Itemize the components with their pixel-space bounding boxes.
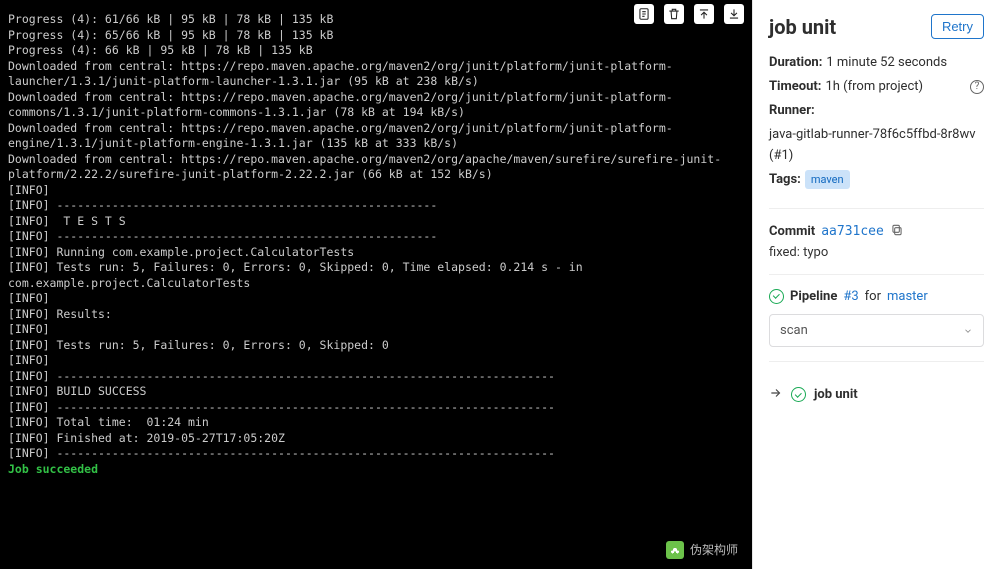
tags-label: Tags:: [769, 170, 801, 190]
pipeline-label: Pipeline: [790, 289, 837, 304]
terminal-toolbar: [634, 4, 744, 24]
terminal-line: com.example.project.CalculatorTests: [8, 276, 744, 292]
terminal-line: Downloaded from central: https://repo.ma…: [8, 121, 744, 137]
job-meta: Duration: 1 minute 52 seconds Timeout: 1…: [769, 53, 984, 194]
runner-label: Runner:: [769, 101, 815, 121]
terminal-line: [INFO] Tests run: 5, Failures: 0, Errors…: [8, 260, 744, 276]
job-name-label: job unit: [814, 387, 858, 402]
terminal-line: [INFO]: [8, 183, 744, 199]
watermark: 伪架构师: [666, 541, 738, 559]
terminal-line: [INFO]: [8, 322, 744, 338]
terminal-line: launcher/1.3.1/junit-platform-launcher-1…: [8, 74, 744, 90]
terminal-pane: Progress (4): 61/66 kB | 95 kB | 78 kB |…: [0, 0, 752, 569]
terminal-line: Progress (4): 66 kB | 95 kB | 78 kB | 13…: [8, 43, 744, 59]
terminal-line: [INFO] Total time: 01:24 min: [8, 415, 744, 431]
terminal-line: [INFO] Finished at: 2019-05-27T17:05:20Z: [8, 431, 744, 447]
retry-button[interactable]: Retry: [931, 14, 984, 39]
duration-value: 1 minute 52 seconds: [826, 53, 947, 73]
commit-message: fixed: typo: [769, 245, 984, 260]
copy-icon[interactable]: [890, 223, 904, 241]
pipeline-branch-link[interactable]: master: [887, 289, 928, 304]
job-title: job unit: [769, 15, 836, 39]
terminal-line: [INFO] ---------------------------------…: [8, 369, 744, 385]
commit-label: Commit: [769, 224, 815, 239]
pipeline-for-text: for: [865, 289, 881, 304]
timeout-label: Timeout:: [769, 77, 821, 97]
terminal-success-line: Job succeeded: [8, 462, 744, 478]
terminal-line: [INFO] BUILD SUCCESS: [8, 384, 744, 400]
status-success-icon: [791, 387, 806, 402]
commit-sha-link[interactable]: aa731cee: [821, 224, 884, 239]
pipeline-block: Pipeline #3 for master scan: [769, 289, 984, 347]
terminal-line: [INFO]: [8, 353, 744, 369]
arrow-right-icon: [769, 386, 783, 404]
duration-label: Duration:: [769, 53, 822, 73]
terminal-line: [INFO] ---------------------------------…: [8, 446, 744, 462]
terminal-line: [INFO] Results:: [8, 307, 744, 323]
divider: [769, 361, 984, 362]
wechat-icon: [666, 541, 684, 559]
side-pane: job unit Retry Duration: 1 minute 52 sec…: [752, 0, 1000, 569]
tag-maven[interactable]: maven: [805, 170, 850, 189]
terminal-line: [INFO] Tests run: 5, Failures: 0, Errors…: [8, 338, 744, 354]
watermark-text: 伪架构师: [690, 542, 738, 558]
help-icon[interactable]: ?: [970, 80, 984, 94]
terminal-line: Progress (4): 65/66 kB | 95 kB | 78 kB |…: [8, 28, 744, 44]
job-row[interactable]: job unit: [769, 376, 984, 404]
pipeline-id-link[interactable]: #3: [843, 289, 858, 304]
runner-value: java-gitlab-runner-78f6c5ffbd-8r8wv (#1): [769, 125, 984, 165]
raw-icon[interactable]: [634, 4, 654, 24]
terminal-line: [INFO]: [8, 291, 744, 307]
terminal-body[interactable]: Progress (4): 61/66 kB | 95 kB | 78 kB |…: [0, 0, 752, 485]
terminal-line: [INFO] ---------------------------------…: [8, 400, 744, 416]
terminal-line: [INFO] Running com.example.project.Calcu…: [8, 245, 744, 261]
side-header: job unit Retry: [769, 14, 984, 39]
stage-selected-label: scan: [780, 323, 808, 338]
terminal-line: Downloaded from central: https://repo.ma…: [8, 90, 744, 106]
scroll-bottom-icon[interactable]: [724, 4, 744, 24]
chevron-down-icon: [963, 325, 973, 335]
terminal-line: Downloaded from central: https://repo.ma…: [8, 59, 744, 75]
trash-icon[interactable]: [664, 4, 684, 24]
terminal-line: [INFO] T E S T S: [8, 214, 744, 230]
terminal-line: commons/1.3.1/junit-platform-commons-1.3…: [8, 105, 744, 121]
status-success-icon: [769, 289, 784, 304]
commit-block: Commit aa731cee fixed: typo: [769, 223, 984, 260]
terminal-line: [INFO] ---------------------------------…: [8, 198, 744, 214]
divider: [769, 208, 984, 209]
scroll-top-icon[interactable]: [694, 4, 714, 24]
terminal-line: Downloaded from central: https://repo.ma…: [8, 152, 744, 168]
timeout-value: 1h (from project): [825, 77, 923, 97]
terminal-line: engine/1.3.1/junit-platform-engine-1.3.1…: [8, 136, 744, 152]
divider: [769, 274, 984, 275]
terminal-line: platform/2.22.2/surefire-junit-platform-…: [8, 167, 744, 183]
stage-select[interactable]: scan: [769, 314, 984, 347]
terminal-line: [INFO] ---------------------------------…: [8, 229, 744, 245]
